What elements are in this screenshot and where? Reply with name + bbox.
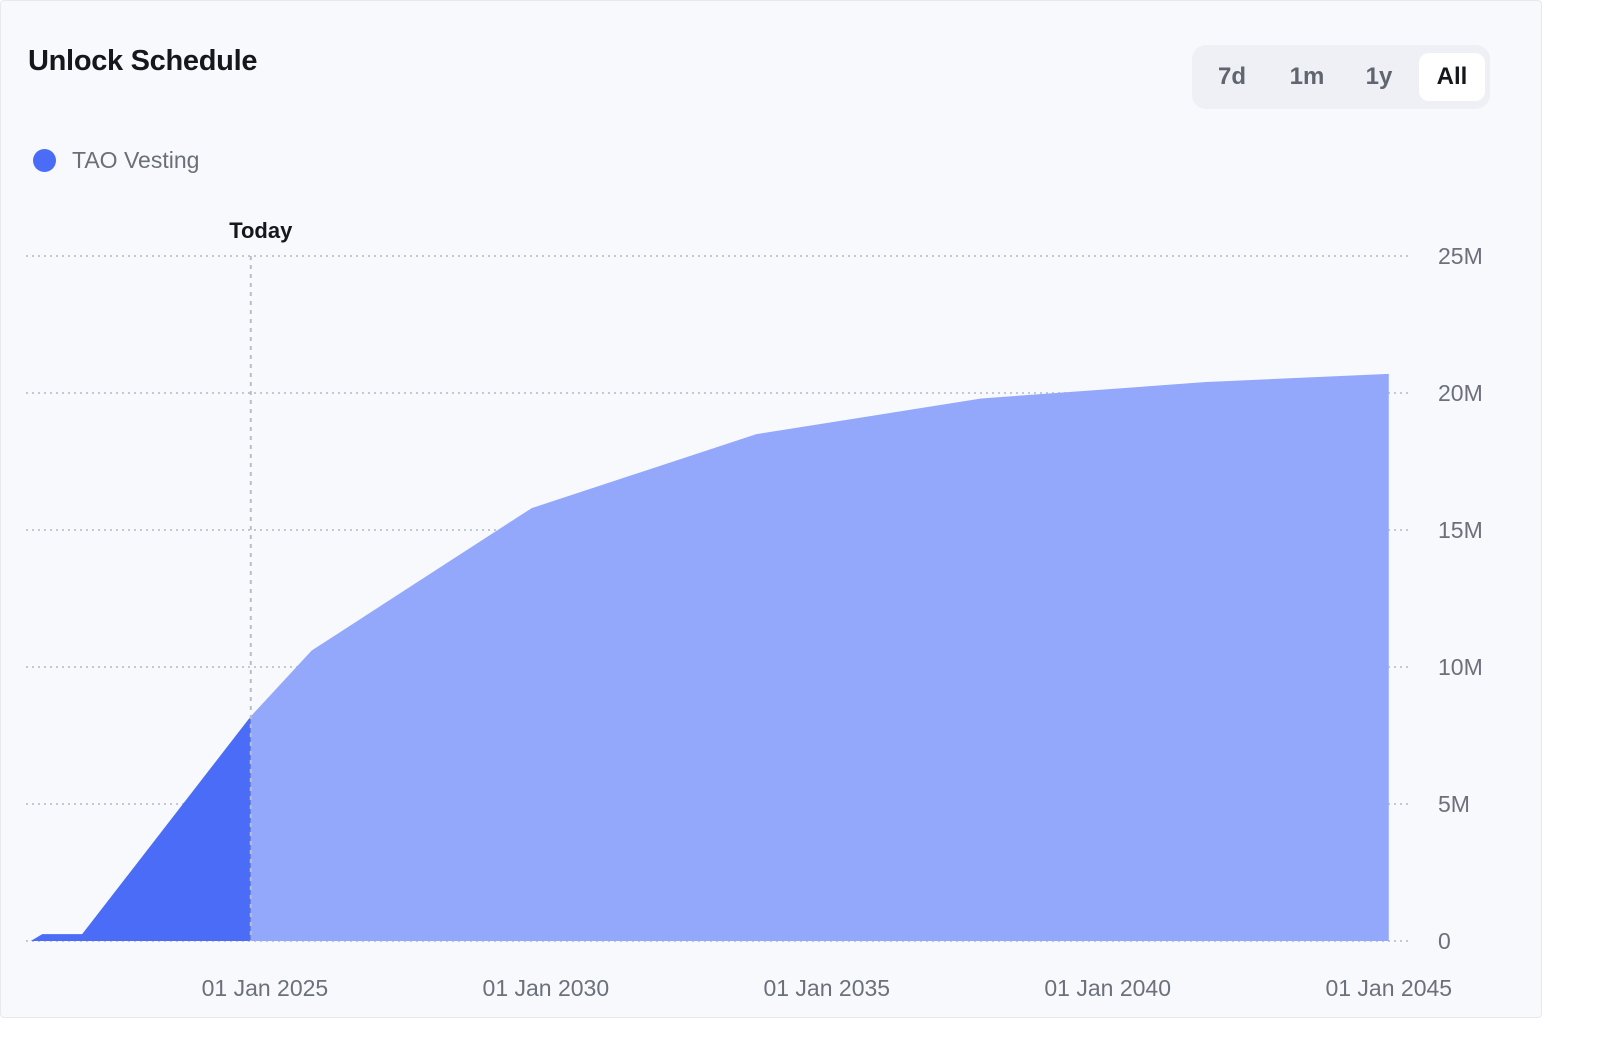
x-tick-label: 01 Jan 2025 xyxy=(202,975,329,1001)
y-tick-label: 0 xyxy=(1438,928,1451,954)
y-tick-label: 10M xyxy=(1438,654,1483,680)
x-tick-label: 01 Jan 2040 xyxy=(1044,975,1171,1001)
unlock-area-chart: Today 0 5M 10M 15M 20M 25M 01 Jan 2025 01 Jan 2… xyxy=(26,218,1483,1001)
x-tick-label: 01 Jan 2045 xyxy=(1325,975,1452,1001)
unlocked-area xyxy=(30,716,251,941)
today-label: Today xyxy=(229,218,293,243)
x-tick-label: 01 Jan 2030 xyxy=(483,975,610,1001)
area-layer xyxy=(30,373,1389,941)
y-tick-label: 5M xyxy=(1438,791,1470,817)
y-tick-label: 25M xyxy=(1438,243,1483,269)
projected-unlock-area xyxy=(250,373,1389,941)
x-tick-label: 01 Jan 2035 xyxy=(763,975,890,1001)
y-tick-label: 20M xyxy=(1438,380,1483,406)
y-tick-label: 15M xyxy=(1438,517,1483,543)
